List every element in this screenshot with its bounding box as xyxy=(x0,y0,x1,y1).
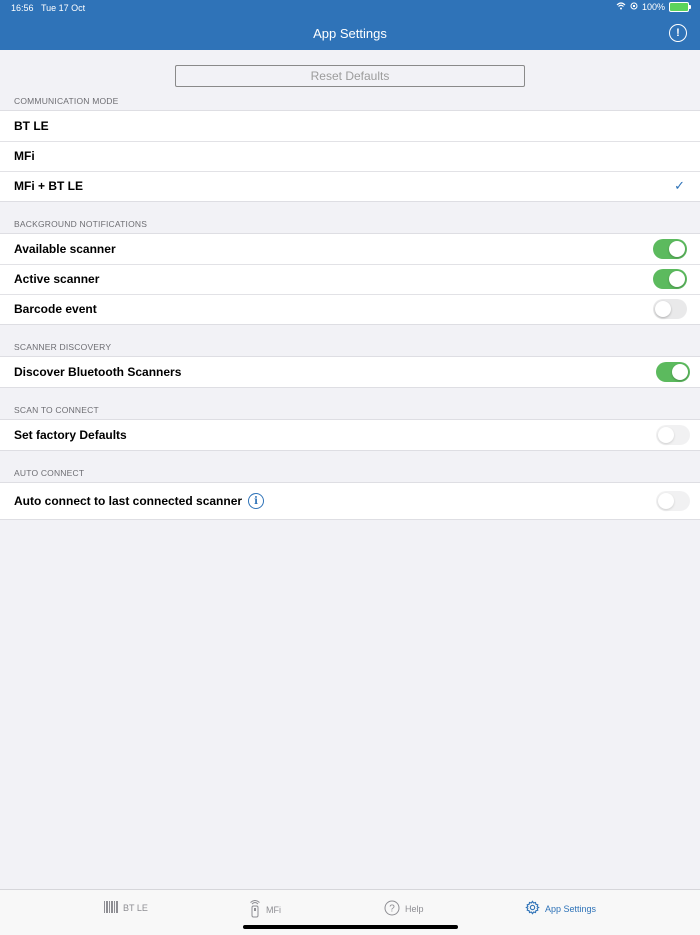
toggle-knob xyxy=(669,241,685,257)
info-icon[interactable]: i xyxy=(248,493,265,509)
option-bt-le[interactable]: BT LE xyxy=(0,111,700,141)
row-barcode-event: Barcode event xyxy=(0,294,700,324)
discovery-group: Discover Bluetooth Scanners xyxy=(0,356,700,388)
svg-text:?: ? xyxy=(389,904,395,915)
toggle-knob xyxy=(669,271,685,287)
row-label: Discover Bluetooth Scanners xyxy=(14,365,182,379)
checkmark-icon: ✓ xyxy=(674,178,685,193)
option-label: MFi xyxy=(14,149,35,163)
row-discover-bluetooth: Discover Bluetooth Scanners xyxy=(0,357,700,387)
toggle-knob xyxy=(658,427,674,443)
toggle-knob xyxy=(655,301,671,317)
notifications-group: Available scanner Active scanner Barcode… xyxy=(0,233,700,325)
status-right: 100% xyxy=(616,2,691,12)
orientation-lock-icon xyxy=(630,2,638,12)
active-scanner-toggle[interactable] xyxy=(653,269,687,289)
status-bar: 16:56 Tue 17 Oct 100% xyxy=(0,0,700,16)
status-date: Tue 17 Oct xyxy=(41,3,86,13)
tab-label: MFi xyxy=(266,905,281,915)
row-label: Barcode event xyxy=(14,302,97,316)
reset-defaults-button[interactable]: Reset Defaults xyxy=(175,65,525,87)
scan-connect-group: Set factory Defaults xyxy=(0,419,700,451)
section-header-communication: COMMUNICATION MODE xyxy=(14,96,119,106)
option-mfi-bt-le[interactable]: MFi + BT LE ✓ xyxy=(0,171,700,201)
auto-connect-toggle[interactable] xyxy=(656,491,690,511)
toggle-knob xyxy=(658,493,674,509)
section-header-notifications: BACKGROUND NOTIFICATIONS xyxy=(14,219,148,229)
factory-defaults-toggle[interactable] xyxy=(656,425,690,445)
section-header-auto-connect: AUTO CONNECT xyxy=(14,468,85,478)
communication-mode-group: BT LE MFi MFi + BT LE ✓ xyxy=(0,110,700,202)
tab-label: BT LE xyxy=(123,903,148,913)
row-label: Active scanner xyxy=(14,272,100,286)
battery-percent: 100% xyxy=(641,2,665,12)
row-label: Auto connect to last connected scanner xyxy=(14,494,243,508)
gear-icon xyxy=(525,900,540,917)
option-label: MFi + BT LE xyxy=(14,179,83,193)
discover-bluetooth-toggle[interactable] xyxy=(656,362,690,382)
page-title: App Settings xyxy=(313,26,387,41)
row-available-scanner: Available scanner xyxy=(0,234,700,264)
toggle-knob xyxy=(672,364,688,380)
wifi-icon xyxy=(616,2,626,12)
tab-bt-le[interactable]: BT LE xyxy=(104,900,148,916)
row-auto-connect: Auto connect to last connected scanner i xyxy=(0,483,700,519)
tab-mfi[interactable]: MFi xyxy=(249,900,281,920)
option-mfi[interactable]: MFi xyxy=(0,141,700,171)
status-time: 16:56 xyxy=(11,3,34,13)
barcode-icon xyxy=(104,900,118,916)
row-label: Set factory Defaults xyxy=(14,428,127,442)
row-factory-defaults: Set factory Defaults xyxy=(0,420,700,450)
barcode-event-toggle[interactable] xyxy=(653,299,687,319)
battery-icon xyxy=(669,2,691,12)
home-indicator xyxy=(243,925,458,929)
option-label: BT LE xyxy=(14,119,49,133)
tab-label: App Settings xyxy=(545,903,597,914)
row-label: Available scanner xyxy=(14,242,116,256)
row-active-scanner: Active scanner xyxy=(0,264,700,294)
section-header-discovery: SCANNER DISCOVERY xyxy=(14,342,112,352)
navigation-bar: 16:56 Tue 17 Oct 100% App Settings ! xyxy=(0,0,700,50)
available-scanner-toggle[interactable] xyxy=(653,239,687,259)
scanner-icon xyxy=(249,900,261,920)
tab-help[interactable]: ? Help xyxy=(384,900,424,918)
help-icon: ? xyxy=(384,900,400,918)
section-header-scan-connect: SCAN TO CONNECT xyxy=(14,405,99,415)
alert-info-icon[interactable]: ! xyxy=(669,24,687,42)
tab-app-settings[interactable]: App Settings xyxy=(525,900,596,917)
tab-label: Help xyxy=(405,904,424,914)
auto-connect-group: Auto connect to last connected scanner i xyxy=(0,482,700,520)
